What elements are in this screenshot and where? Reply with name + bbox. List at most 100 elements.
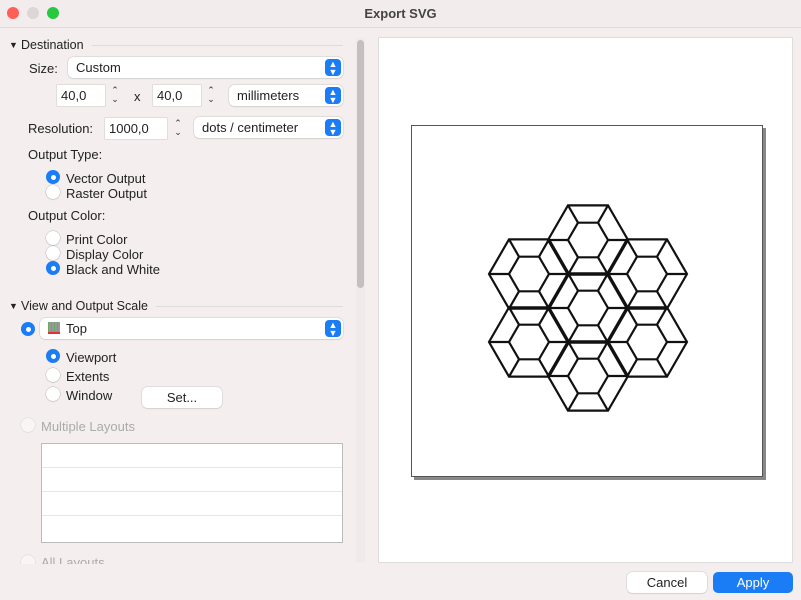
hex-spoke xyxy=(508,290,520,310)
viewport-grid-icon xyxy=(48,322,60,334)
hex-spoke xyxy=(626,238,638,258)
hex-spoke xyxy=(538,306,550,326)
resolution-input[interactable]: 1000,0 xyxy=(105,118,167,139)
unit-select[interactable]: millimeters ▲ ▼ xyxy=(229,85,343,106)
times-label: x xyxy=(134,89,141,104)
list-row[interactable] xyxy=(42,444,342,468)
window-title: Export SVG xyxy=(364,6,437,21)
hex-spoke xyxy=(656,238,668,258)
hex-spoke xyxy=(567,272,579,292)
view-radio[interactable] xyxy=(21,322,35,336)
chevron-updown-icon: ▲ ▼ xyxy=(325,320,341,338)
print-color-label: Print Color xyxy=(66,232,128,247)
hex-spoke xyxy=(597,340,609,360)
size-label: Size: xyxy=(29,61,58,76)
cancel-button[interactable]: Cancel xyxy=(627,572,707,593)
hex-spoke xyxy=(508,238,520,258)
hexagon xyxy=(625,323,669,361)
chevron-updown-icon: ▲ ▼ xyxy=(325,119,341,137)
list-row[interactable] xyxy=(42,468,342,492)
hex-spoke xyxy=(656,290,668,310)
all-layouts-row: All Layouts xyxy=(0,552,370,564)
title-bar: Export SVG xyxy=(0,0,801,28)
hexagon xyxy=(507,323,551,361)
hexagon xyxy=(566,221,610,259)
size-select[interactable]: Custom ▲ ▼ xyxy=(68,57,343,78)
hexagon xyxy=(566,357,610,395)
hex-spoke xyxy=(597,256,609,276)
hexagon xyxy=(507,255,551,293)
layouts-list[interactable] xyxy=(41,443,343,543)
resolution-label: Resolution: xyxy=(28,121,94,136)
raster-output-radio[interactable] xyxy=(46,185,60,199)
vector-output-radio[interactable] xyxy=(46,170,60,184)
divider xyxy=(92,45,343,46)
vector-output-label: Vector Output xyxy=(66,171,146,186)
height-input[interactable]: 40,0 xyxy=(153,85,201,106)
scrollbar-track[interactable] xyxy=(356,38,365,563)
width-stepper[interactable]: ⌃ ⌄ xyxy=(109,85,121,106)
hex-spoke xyxy=(567,392,579,412)
all-layouts-label: All Layouts xyxy=(41,555,105,564)
unit-value: millimeters xyxy=(237,88,300,103)
width-input[interactable]: 40,0 xyxy=(57,85,105,106)
print-color-radio[interactable] xyxy=(46,231,60,245)
hex-spoke xyxy=(597,324,609,344)
window-radio[interactable] xyxy=(46,387,60,401)
multiple-layouts-label: Multiple Layouts xyxy=(41,419,135,434)
hex-spoke xyxy=(567,256,579,276)
view-header: View and Output Scale xyxy=(21,299,148,313)
divider xyxy=(156,306,343,307)
all-layouts-radio[interactable] xyxy=(21,555,35,564)
hex-spoke xyxy=(508,358,520,378)
chevron-updown-icon: ▲ ▼ xyxy=(325,87,341,105)
collapse-triangle-icon[interactable]: ▼ xyxy=(9,40,18,50)
window-label: Window xyxy=(66,388,113,403)
view-value: Top xyxy=(66,321,87,336)
hex-spoke xyxy=(597,392,609,412)
hex-spoke xyxy=(567,324,579,344)
raster-output-label: Raster Output xyxy=(66,186,147,201)
hex-spoke xyxy=(567,340,579,360)
hex-spoke xyxy=(508,306,520,326)
display-color-radio[interactable] xyxy=(46,246,60,260)
destination-header: Destination xyxy=(21,38,84,52)
hex-spoke xyxy=(597,272,609,292)
set-button[interactable]: Set... xyxy=(142,387,222,408)
collapse-triangle-icon[interactable]: ▼ xyxy=(9,301,18,311)
resolution-stepper[interactable]: ⌃ ⌄ xyxy=(172,118,184,139)
hex-spoke xyxy=(538,358,550,378)
resolution-unit-select[interactable]: dots / centimeter ▲ ▼ xyxy=(194,117,343,138)
display-color-label: Display Color xyxy=(66,247,144,262)
hexagon xyxy=(566,289,610,327)
black-white-label: Black and White xyxy=(66,262,160,277)
hex-spoke xyxy=(538,290,550,310)
black-white-radio[interactable] xyxy=(46,261,60,275)
output-color-label: Output Color: xyxy=(28,208,106,223)
apply-button[interactable]: Apply xyxy=(713,572,793,593)
size-value: Custom xyxy=(76,60,121,75)
viewport-radio[interactable] xyxy=(46,349,60,363)
scrollbar-thumb[interactable] xyxy=(357,40,364,288)
resolution-unit-value: dots / centimeter xyxy=(202,120,299,135)
extents-radio[interactable] xyxy=(46,368,60,382)
hex-spoke xyxy=(626,306,638,326)
hex-spoke xyxy=(656,358,668,378)
chevron-updown-icon: ▲ ▼ xyxy=(325,59,341,77)
hex-spoke xyxy=(656,306,668,326)
output-type-label: Output Type: xyxy=(28,147,103,162)
view-select[interactable]: Top ▲ ▼ xyxy=(40,318,343,339)
hexagon xyxy=(625,255,669,293)
list-row[interactable] xyxy=(42,492,342,516)
hex-spoke xyxy=(538,238,550,258)
preview-pane xyxy=(378,37,793,563)
preview-drawing xyxy=(487,204,689,412)
extents-label: Extents xyxy=(66,369,110,384)
height-stepper[interactable]: ⌃ ⌄ xyxy=(205,85,217,106)
hex-spoke xyxy=(597,204,609,224)
hex-spoke xyxy=(626,290,638,310)
multiple-layouts-radio[interactable] xyxy=(21,418,35,432)
hex-spoke xyxy=(626,358,638,378)
viewport-label: Viewport xyxy=(66,350,117,365)
hex-spoke xyxy=(567,204,579,224)
